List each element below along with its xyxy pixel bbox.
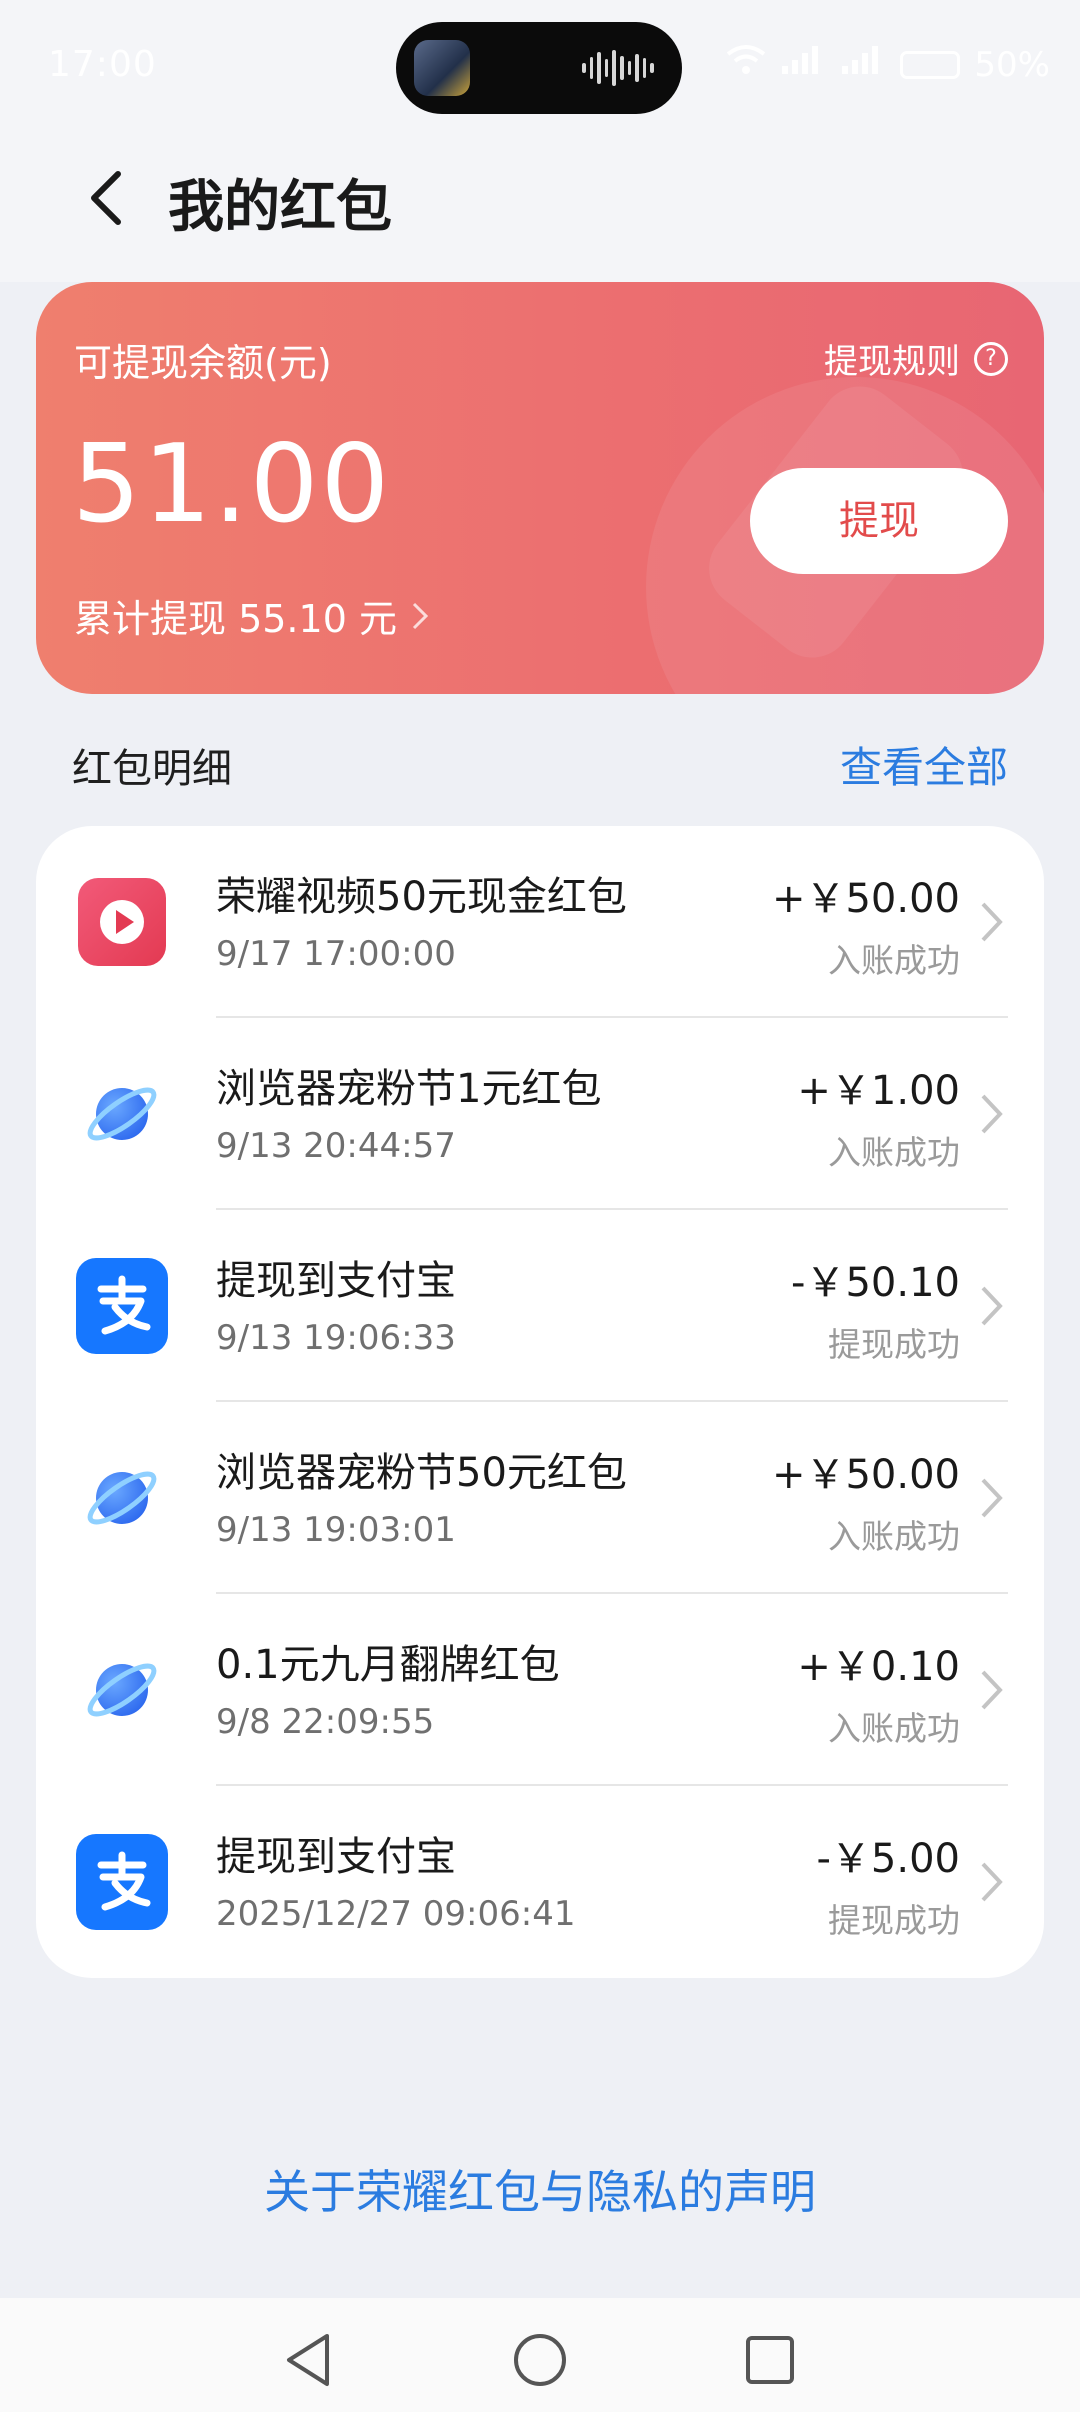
item-time: 2025/12/27 09:06:41 [216, 1894, 576, 1934]
media-thumbnail-icon [414, 40, 470, 96]
browser-planet-icon [87, 1087, 157, 1141]
balance-amount: 51.00 [72, 422, 392, 547]
item-time: 9/13 20:44:57 [216, 1126, 456, 1166]
circle-home-icon [514, 2334, 566, 2386]
total-withdrawn-text: 累计提现 55.10 元 [74, 597, 397, 641]
item-amount: +￥50.00 [771, 1452, 960, 1498]
browser-planet-icon [87, 1663, 157, 1717]
wifi-icon [726, 44, 766, 85]
signal-icon [780, 44, 826, 85]
total-withdrawn-link[interactable]: 累计提现 55.10 元 [74, 588, 429, 643]
alipay-icon [76, 1258, 168, 1354]
item-title: 浏览器宠粉节50元红包 [216, 1450, 627, 1496]
browser-planet-icon [87, 1471, 157, 1525]
item-status: 入账成功 [828, 1133, 960, 1172]
chevron-right-icon [981, 1670, 1003, 1710]
item-amount: +￥0.10 [797, 1644, 960, 1690]
item-amount: +￥1.00 [797, 1068, 960, 1114]
audio-waveform-icon [582, 48, 654, 88]
honor-video-icon [78, 878, 166, 966]
app-header [0, 135, 1080, 282]
details-section-title: 红包明细 [72, 746, 232, 792]
privacy-statement-link[interactable]: 关于荣耀红包与隐私的声明 [0, 2156, 1080, 2222]
status-time: 17:00 [48, 44, 157, 85]
withdraw-rules-link[interactable]: 提现规则 ? [824, 334, 1008, 383]
item-time: 9/8 22:09:55 [216, 1702, 435, 1742]
chevron-right-icon [981, 1862, 1003, 1902]
chevron-right-icon [981, 902, 1003, 942]
battery-icon [900, 50, 961, 79]
chevron-right-icon [981, 1478, 1003, 1518]
item-time: 9/17 17:00:00 [216, 934, 456, 974]
balance-card: 可提现余额(元) 提现规则 ? 51.00 累计提现 55.10 元 提现 [36, 282, 1044, 694]
nav-back-button[interactable] [278, 2330, 338, 2390]
list-item[interactable]: 荣耀视频50元现金红包 9/17 17:00:00 +￥50.00 入账成功 [36, 826, 1044, 1018]
item-title: 0.1元九月翻牌红包 [216, 1642, 560, 1688]
item-title: 浏览器宠粉节1元红包 [216, 1066, 602, 1112]
item-amount: +￥50.00 [771, 876, 960, 922]
item-title: 提现到支付宝 [216, 1258, 456, 1304]
back-arrow-icon [91, 171, 121, 225]
item-time: 9/13 19:06:33 [216, 1318, 456, 1358]
dynamic-island[interactable] [396, 22, 682, 114]
nav-home-button[interactable] [510, 2330, 570, 2390]
item-status: 提现成功 [828, 1325, 960, 1364]
view-all-link[interactable]: 查看全部 [840, 734, 1008, 795]
item-status: 入账成功 [828, 941, 960, 980]
nav-recents-button[interactable] [740, 2330, 800, 2390]
withdraw-rules-label: 提现规则 [824, 342, 960, 382]
item-status: 入账成功 [828, 1709, 960, 1748]
chevron-right-icon [981, 1286, 1003, 1326]
item-status: 提现成功 [828, 1901, 960, 1940]
list-item[interactable]: 浏览器宠粉节50元红包 9/13 19:03:01 +￥50.00 入账成功 [36, 1402, 1044, 1594]
help-icon: ? [974, 341, 1008, 376]
item-status: 入账成功 [828, 1517, 960, 1556]
list-item[interactable]: 0.1元九月翻牌红包 9/8 22:09:55 +￥0.10 入账成功 [36, 1594, 1044, 1786]
square-recents-icon [746, 2336, 794, 2384]
item-amount: -￥5.00 [816, 1836, 961, 1882]
status-icons: 50% [726, 44, 1050, 85]
alipay-icon [76, 1834, 168, 1930]
list-item[interactable]: 提现到支付宝 9/13 19:06:33 -￥50.10 提现成功 [36, 1210, 1044, 1402]
item-title: 荣耀视频50元现金红包 [216, 874, 627, 920]
balance-label: 可提现余额(元) [74, 341, 332, 385]
battery-level: 50% [974, 44, 1050, 85]
chevron-right-icon [412, 602, 429, 629]
triangle-back-icon [287, 2334, 329, 2386]
withdraw-button[interactable]: 提现 [750, 468, 1008, 574]
back-button[interactable] [74, 158, 138, 238]
chevron-right-icon [981, 1094, 1003, 1134]
list-item[interactable]: 提现到支付宝 2025/12/27 09:06:41 -￥5.00 提现成功 [36, 1786, 1044, 1978]
item-title: 提现到支付宝 [216, 1834, 456, 1880]
item-time: 9/13 19:03:01 [216, 1510, 456, 1550]
page-title: 我的红包 [168, 175, 392, 240]
signal-icon-2 [840, 44, 886, 85]
list-item[interactable]: 浏览器宠粉节1元红包 9/13 20:44:57 +￥1.00 入账成功 [36, 1018, 1044, 1210]
red-packet-list: 荣耀视频50元现金红包 9/17 17:00:00 +￥50.00 入账成功 浏… [36, 826, 1044, 1978]
item-amount: -￥50.10 [791, 1260, 960, 1306]
